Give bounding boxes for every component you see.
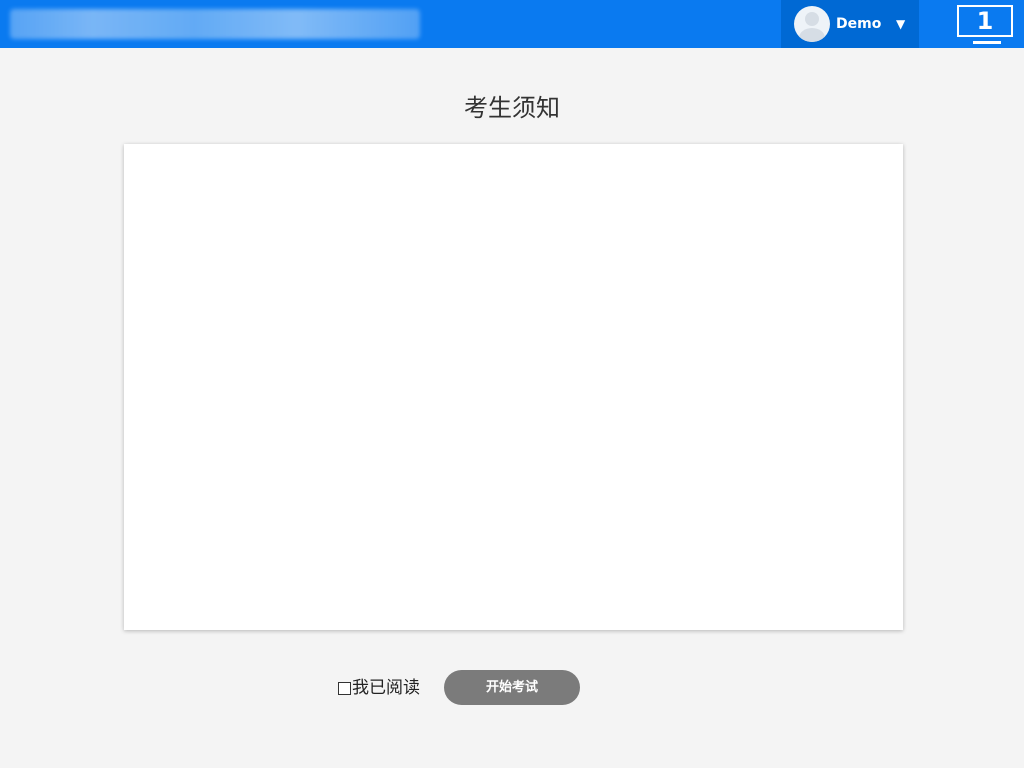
page-title: 考生须知 [464, 94, 560, 122]
checkbox-icon[interactable] [338, 681, 351, 695]
avatar-body [799, 28, 825, 42]
screen-number-button[interactable]: 1 [957, 5, 1013, 37]
notice-content-panel [124, 144, 903, 630]
read-confirm-checkbox[interactable]: 我已阅读 [338, 677, 420, 699]
blurred-app-title [10, 9, 420, 39]
username-label: Demo [836, 16, 882, 32]
start-exam-button[interactable]: 开始考试 [444, 670, 580, 705]
user-menu[interactable]: Demo ▼ [781, 0, 919, 48]
user-avatar-icon [794, 6, 830, 42]
read-confirm-label: 我已阅读 [352, 678, 420, 698]
avatar-head [805, 12, 819, 26]
top-bar: Demo ▼ 1 [0, 0, 1024, 48]
caret-down-icon[interactable]: ▼ [896, 16, 905, 32]
screen-number-label: 1 [976, 7, 994, 35]
monitor-icon [973, 41, 1001, 44]
